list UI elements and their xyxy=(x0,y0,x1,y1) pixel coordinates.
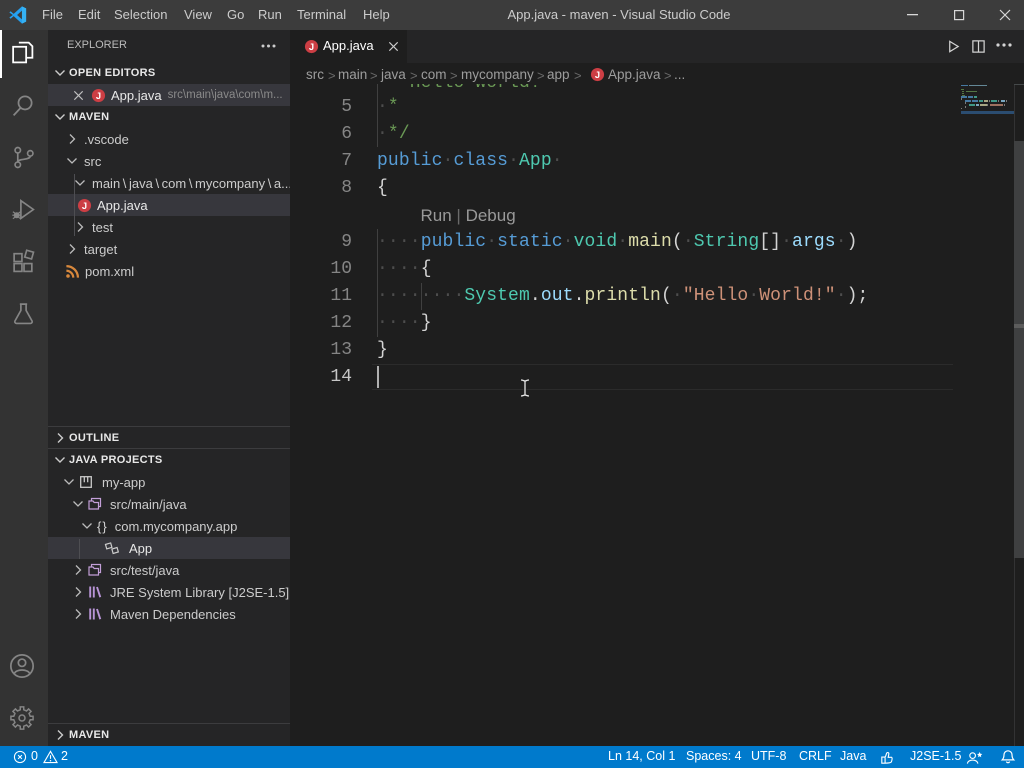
svg-text:J: J xyxy=(82,200,87,210)
svg-text:J: J xyxy=(309,42,314,52)
svg-text:J: J xyxy=(595,70,600,80)
svg-text:J: J xyxy=(96,90,101,100)
